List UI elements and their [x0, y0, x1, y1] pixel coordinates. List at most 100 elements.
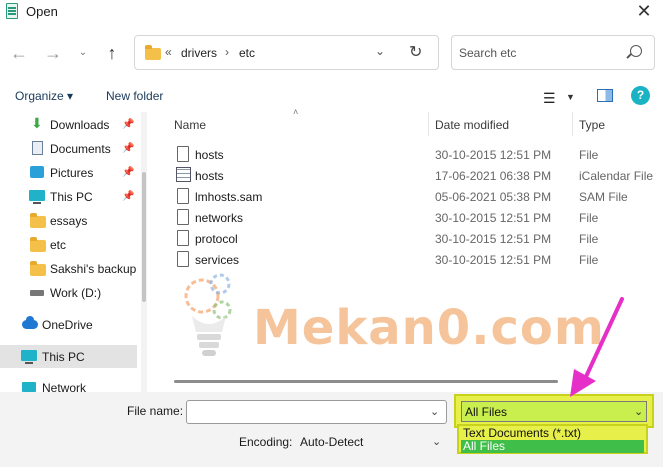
column-header-name[interactable]: Name	[174, 118, 206, 132]
sidebar-item-essays[interactable]: essays	[0, 209, 137, 232]
column-header-type[interactable]: Type	[579, 118, 605, 132]
sidebar-item-onedrive[interactable]: OneDrive	[0, 313, 137, 336]
pin-icon: 📌	[122, 119, 135, 130]
picture-icon	[30, 166, 44, 178]
breadcrumb-etc[interactable]: etc	[239, 46, 255, 60]
file-date: 30-10-2015 12:51 PM	[435, 148, 552, 162]
sidebar-item-etc[interactable]: etc	[0, 233, 137, 256]
sidebar-item-downloads[interactable]: Downloads 📌	[0, 113, 137, 136]
pin-icon: 📌	[122, 191, 135, 202]
file-icon	[177, 146, 189, 162]
sidebar-item-label: Sakshi's backup	[50, 262, 137, 276]
back-button[interactable]: ←	[8, 42, 30, 64]
file-name: hosts	[195, 148, 224, 162]
sidebar-item-pictures[interactable]: Pictures 📌	[0, 161, 137, 184]
sidebar-item-label: OneDrive	[42, 318, 93, 332]
file-name: protocol	[195, 232, 238, 246]
sidebar-item-work-drive[interactable]: Work (D:)	[0, 281, 137, 304]
folder-icon	[30, 261, 46, 276]
file-icon	[177, 230, 189, 246]
preview-pane-icon[interactable]	[597, 89, 613, 102]
sidebar-item-label: This PC	[42, 350, 85, 364]
chevron-down-icon[interactable]: ⌄	[430, 405, 439, 418]
sidebar-item-this-pc-pinned[interactable]: This PC 📌	[0, 185, 137, 208]
network-icon	[22, 382, 36, 392]
folder-icon	[30, 213, 46, 228]
drive-icon	[30, 290, 44, 296]
sidebar-item-this-pc[interactable]: This PC	[0, 345, 137, 368]
sidebar-item-label: Downloads	[50, 118, 110, 132]
notepad-icon	[6, 3, 18, 19]
file-date: 05-06-2021 05:38 PM	[435, 190, 552, 204]
address-history-dropdown[interactable]: ⌄	[375, 44, 385, 58]
file-row[interactable]: protocol 30-10-2015 12:51 PM File	[160, 228, 655, 249]
folder-icon	[30, 237, 46, 252]
help-icon[interactable]: ?	[631, 86, 650, 105]
address-bar[interactable]: « drivers › etc ⌄ ↻	[134, 35, 439, 70]
computer-icon	[21, 350, 37, 364]
file-name-field[interactable]: ⌄	[186, 400, 447, 424]
file-date: 17-06-2021 06:38 PM	[435, 169, 552, 183]
file-type: iCalendar File	[579, 169, 654, 183]
file-row[interactable]: hosts 17-06-2021 06:38 PM iCalendar File	[160, 165, 655, 186]
breadcrumb-overflow[interactable]: «	[165, 45, 172, 59]
organize-button[interactable]: Organize ▾	[15, 89, 73, 103]
file-type: File	[579, 211, 599, 225]
forward-button[interactable]: →	[42, 42, 64, 64]
file-name: lmhosts.sam	[195, 190, 263, 204]
watermark-text: Mekan0.com	[253, 300, 605, 356]
sidebar-scrollbar[interactable]	[141, 112, 147, 392]
file-name: hosts	[195, 169, 224, 183]
sidebar-item-label: etc	[50, 238, 67, 252]
file-type: File	[579, 253, 599, 267]
new-folder-button[interactable]: New folder	[106, 89, 163, 103]
download-icon	[31, 115, 43, 132]
file-name: services	[195, 253, 240, 267]
encoding-label: Encoding:	[239, 435, 293, 449]
file-type-option-all[interactable]: All Files	[461, 440, 644, 453]
file-name: networks	[195, 211, 244, 225]
column-header-date[interactable]: Date modified	[435, 118, 509, 132]
file-type-value: All Files	[465, 405, 508, 419]
breadcrumb-drivers[interactable]: drivers	[181, 46, 217, 60]
lightbulb-logo-icon	[184, 273, 232, 356]
chevron-down-icon[interactable]: ⌄	[432, 435, 441, 448]
column-divider[interactable]	[428, 112, 429, 136]
file-name-label: File name:	[127, 404, 184, 418]
file-type-dropdown-list: Text Documents (*.txt) All Files	[457, 424, 648, 454]
pin-icon: 📌	[122, 143, 135, 154]
search-box[interactable]: Search etc	[451, 35, 655, 70]
encoding-select[interactable]: Auto-Detect ⌄	[296, 431, 447, 453]
document-icon	[32, 141, 43, 155]
column-divider[interactable]	[572, 112, 573, 136]
pin-icon: 📌	[122, 167, 135, 178]
file-row[interactable]: networks 30-10-2015 12:51 PM File	[160, 207, 655, 228]
sidebar-item-label: Documents	[50, 142, 111, 156]
sidebar-item-label: essays	[50, 214, 88, 228]
breadcrumb-separator[interactable]: ›	[225, 45, 229, 59]
encoding-value: Auto-Detect	[300, 435, 364, 449]
close-button[interactable]: ✕	[630, 0, 658, 24]
computer-icon	[29, 190, 45, 204]
sidebar-item-documents[interactable]: Documents 📌	[0, 137, 137, 160]
horizontal-scrollbar[interactable]	[174, 380, 558, 383]
recent-locations-button[interactable]: ⌄	[72, 42, 94, 64]
file-row[interactable]: services 30-10-2015 12:51 PM File	[160, 249, 655, 270]
navigation-pane: Downloads 📌 Documents 📌 Pictures 📌 This …	[0, 110, 140, 395]
sidebar-item-label: This PC	[50, 190, 93, 204]
sidebar-item-label: Work (D:)	[50, 286, 102, 300]
up-button[interactable]: ↑	[101, 42, 123, 64]
refresh-button[interactable]: ↻	[409, 42, 422, 62]
search-input[interactable]: Search etc	[459, 46, 516, 60]
file-row[interactable]: hosts 30-10-2015 12:51 PM File	[160, 144, 655, 165]
file-type: File	[579, 148, 599, 162]
file-row[interactable]: lmhosts.sam 05-06-2021 05:38 PM SAM File	[160, 186, 655, 207]
file-date: 30-10-2015 12:51 PM	[435, 211, 552, 225]
file-icon	[177, 188, 189, 204]
view-options-icon[interactable]: ☰	[543, 90, 556, 107]
chevron-down-icon[interactable]: ⌄	[634, 405, 643, 418]
view-options-dropdown[interactable]: ▼	[566, 92, 575, 102]
file-date: 30-10-2015 12:51 PM	[435, 232, 552, 246]
folder-icon	[145, 45, 161, 60]
sidebar-item-sakshis-backup[interactable]: Sakshi's backup	[0, 257, 137, 280]
